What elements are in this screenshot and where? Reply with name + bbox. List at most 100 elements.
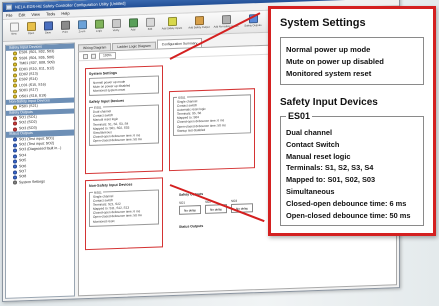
callout-device-setting: Manual reset logic (286, 151, 351, 161)
device-status-icon (13, 51, 17, 56)
toolbar-button-verify[interactable]: Verify (108, 17, 124, 37)
callout-device-setting: Mapped to: S01, S02, S03 (286, 175, 376, 185)
device-status-icon (13, 164, 17, 169)
device-status-icon (13, 143, 17, 148)
device-status-icon (13, 116, 17, 121)
mini-system-settings-box: Normal power up mode Mute on power up di… (89, 75, 159, 97)
safety-output-box[interactable]: No delay (179, 205, 201, 215)
add-icon (128, 18, 138, 28)
callout-device-setting: Simultaneous (286, 186, 335, 196)
save-icon (43, 21, 53, 31)
project-tree[interactable]: Safety Input Devices ES01 (S01, S02, S03)… (5, 42, 75, 299)
toolbar-button-label: Add Safety Output (188, 25, 210, 30)
toolbar-button-add-safety-inputs[interactable]: Add Safety Inputs (159, 15, 185, 35)
zoom-icon (77, 20, 87, 30)
toolbar-button-open[interactable]: Open (23, 20, 39, 40)
toolbar-button-logic[interactable]: Logic (91, 17, 107, 37)
toolbar-button-label: Add Safety Inputs (161, 26, 183, 31)
toolbar-button-label: Safety Outputs (244, 23, 262, 28)
mini-rs01-group: RS01 Single channel Contact switch Termina… (89, 189, 159, 227)
toolbar-button-edit[interactable]: Edit (142, 16, 158, 36)
toolbar-button-print[interactable]: Print (57, 19, 73, 39)
device-status-icon (13, 137, 17, 142)
toolbar-button-save[interactable]: Save (40, 19, 56, 39)
device-status-icon (13, 121, 17, 126)
mini-device-setting: Open-closed debounce time: 50 ms (93, 137, 142, 143)
mini-safety-inputs-title: Safety Input Devices (89, 99, 125, 105)
device-status-icon (13, 56, 17, 62)
callout-es01-label: ES01 (286, 111, 313, 122)
mini-right-panel: SS01 Single channel Contact switch Automat… (169, 88, 255, 172)
device-status-icon (13, 78, 17, 83)
print-icon (60, 20, 70, 30)
device-status-icon (13, 159, 17, 164)
tree-item-label: System Settings (19, 179, 45, 185)
device-status-icon (13, 175, 17, 180)
device-status-icon (13, 170, 17, 175)
device-status-icon (13, 105, 17, 110)
app-icon (6, 4, 12, 10)
toolbar-button-label: New (11, 32, 17, 36)
fit-page-icon[interactable] (83, 53, 88, 59)
toolbar-button-zoom[interactable]: Zoom (74, 18, 90, 38)
callout-device-setting: Closed-open debounce time: 6 ms (286, 198, 407, 208)
mini-ss01-group: SS01 Single channel Contact switch Automat… (173, 94, 251, 136)
device-status-icon (13, 127, 17, 132)
toolbar-button-label: Open (27, 31, 35, 36)
zoom-select[interactable]: 100% (99, 51, 116, 60)
mini-es01-group: ES01 Dual channel Contact switch Manual re… (89, 104, 159, 146)
callout-device-setting: Open-closed debounce time: 50 ms (286, 210, 411, 220)
menu-item-edit[interactable]: Edit (18, 12, 25, 17)
safety-input-icon (167, 16, 177, 27)
device-status-icon (13, 89, 17, 94)
callout-es01-group: ES01 Dual channel Contact Switch Manual re… (280, 111, 424, 227)
toolbar-button-label: Logic (95, 29, 103, 33)
verify-icon (111, 18, 121, 29)
logic-icon (94, 19, 104, 29)
toolbar-button-label: Save (45, 31, 51, 35)
device-status-icon (13, 180, 17, 186)
toolbar-button-label: Verify (112, 28, 120, 33)
menu-item-file[interactable]: File (6, 13, 12, 18)
device-status-icon (13, 73, 17, 78)
mini-nonsafety-panel: Non-Safety Input Devices RS01 Single cha… (85, 177, 163, 251)
toolbar-button-label: Zoom (78, 30, 86, 34)
device-status-icon (13, 94, 17, 99)
callout-setting: Monitored system reset (286, 69, 372, 78)
edit-icon (145, 17, 155, 27)
callout-safety-inputs-title: Safety Input Devices (280, 97, 378, 108)
toolbar-button-new[interactable]: New (6, 20, 22, 40)
toolbar-button-add[interactable]: Add (125, 16, 141, 36)
device-status-icon (13, 153, 17, 159)
new-file-icon (9, 22, 19, 32)
device-status-icon (13, 62, 17, 67)
safety-output-label: SO3 (231, 198, 238, 204)
mini-rs01-label: RS01 (93, 189, 103, 195)
tree-item[interactable]: System Settings (6, 178, 74, 186)
window-title: NE1A-EDS-HE Safety Controller Configurat… (15, 0, 126, 10)
mini-ss01-label: SS01 (177, 95, 187, 100)
mini-setting: Monitored system reset (93, 87, 126, 94)
toolbar-button-add-safety-output[interactable]: Add Safety Output (186, 14, 212, 34)
callout-system-settings-box: Normal power up mode Mute on power up di… (280, 37, 424, 85)
mini-status-outputs-title: Status Outputs (179, 223, 204, 229)
folder-open-icon (26, 21, 36, 32)
device-status-icon (13, 148, 17, 153)
actual-size-icon[interactable] (91, 53, 96, 59)
menu-item-view[interactable]: View (31, 12, 40, 17)
input-icon (221, 15, 231, 25)
callout-setting: Normal power up mode (286, 45, 371, 54)
mini-left-panel: System Settings Normal power up mode Mut… (85, 65, 163, 175)
menu-item-help[interactable]: Help (61, 11, 69, 16)
device-status-icon (13, 67, 17, 72)
callout-setting: Mute on power up disabled (286, 57, 384, 66)
toolbar-button-label: Add (130, 28, 136, 32)
mini-es01-label: ES01 (93, 105, 103, 110)
callout-device-setting: Contact Switch (286, 139, 340, 149)
menu-item-tools[interactable]: Tools (46, 11, 55, 16)
callout-device-setting: Terminals: S1, S2, S3, S4 (286, 163, 374, 173)
safety-output-icon (194, 15, 204, 26)
mini-nonsafety-title: Non-Safety Input Devices (89, 182, 133, 188)
toolbar-button-label: Print (62, 30, 68, 34)
zoom-callout: System Settings Normal power up mode Mut… (268, 6, 436, 236)
